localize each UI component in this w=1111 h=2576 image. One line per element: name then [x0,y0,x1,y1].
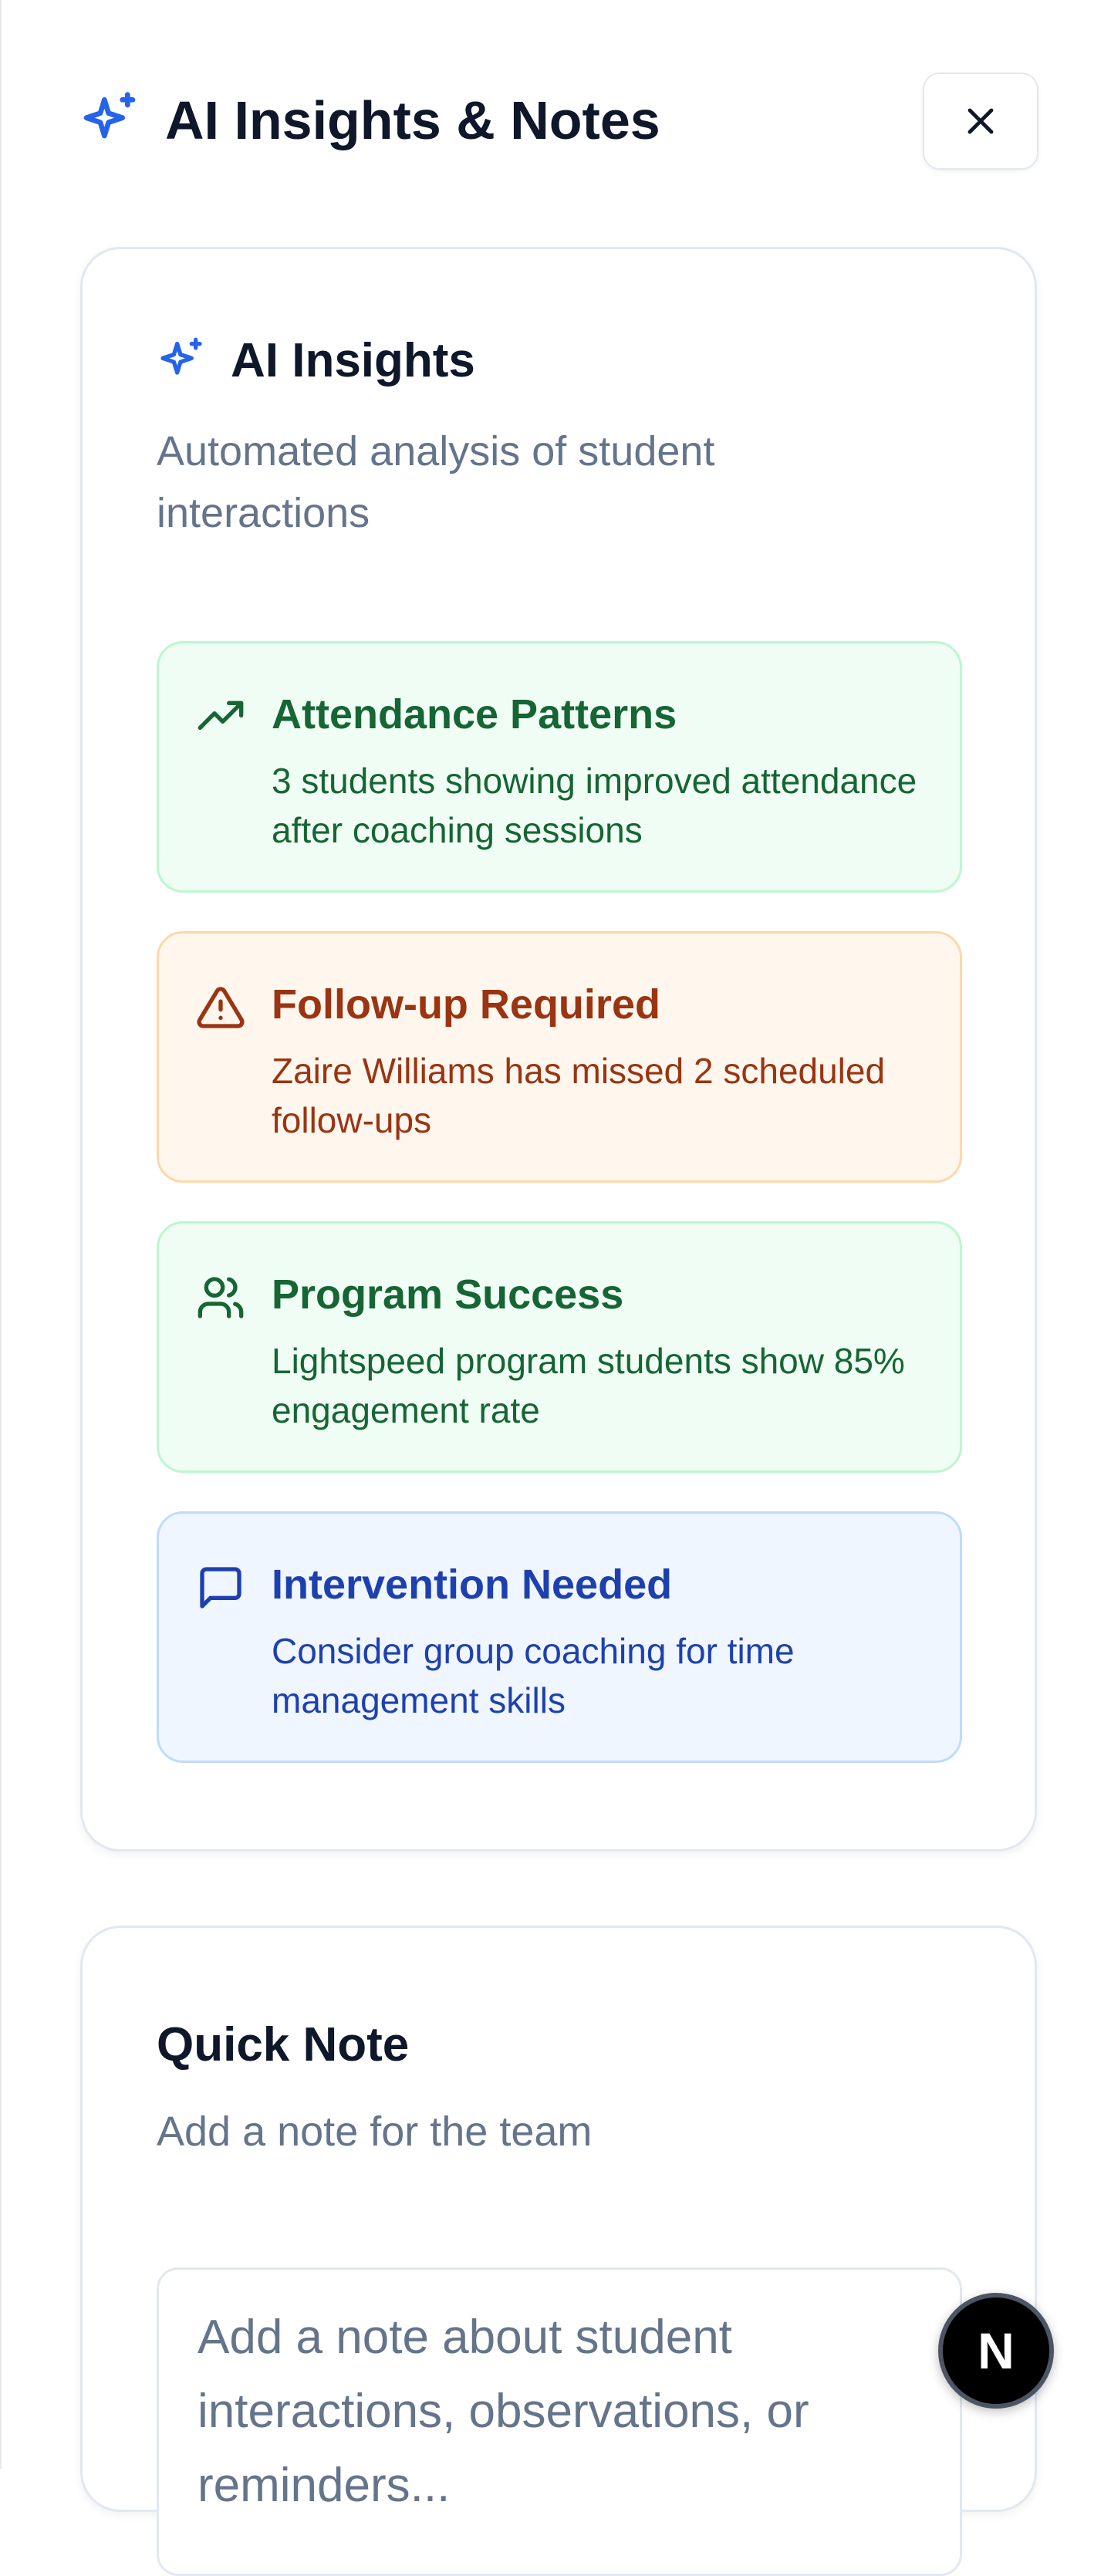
insight-text: Zaire Williams has missed 2 scheduled fo… [272,1051,886,1140]
close-button[interactable] [923,73,1038,170]
note-textarea[interactable] [157,2267,962,2576]
insight-text: Consider group coaching for time managem… [272,1631,795,1720]
nextjs-badge-button[interactable]: N [938,2293,1054,2409]
panel-title: AI Insights & Notes [165,90,660,150]
insight-attendance-patterns[interactable]: Attendance Patterns 3 students showing i… [157,641,962,893]
ai-insights-title: AI Insights [231,333,475,387]
ai-insights-card: AI Insights Automated analysis of studen… [80,247,1037,1852]
insights-panel: AI Insights & Notes AI Insights Automate… [0,0,1111,2576]
close-icon [967,108,994,134]
quick-note-description: Add a note for the team [157,2108,593,2155]
ai-insights-description: Automated analysis of student interactio… [157,428,715,536]
insight-title: Intervention Needed [272,1561,673,1608]
insight-text: Lightspeed program students show 85% eng… [272,1341,905,1430]
ai-insights-header: AI Insights [157,329,475,391]
insight-title: Follow-up Required [272,981,660,1028]
message-square-icon [200,1567,241,1609]
quick-note-title: Quick Note [157,2018,410,2071]
panel-header: AI Insights & Notes [79,73,1038,173]
warning-triangle-icon [197,987,245,1028]
insight-title: Attendance Patterns [272,691,677,738]
insight-program-success[interactable]: Program Success Lightspeed program stude… [157,1221,962,1473]
sparkles-icon [160,337,202,375]
trending-up-icon [198,701,244,730]
users-icon [198,1277,244,1318]
sparkles-icon [83,92,136,139]
quick-note-card: Quick Note Add a note for the team [80,1926,1037,2576]
insight-follow-up-required[interactable]: Follow-up Required Zaire Williams has mi… [157,931,962,1183]
insight-intervention-needed[interactable]: Intervention Needed Consider group coach… [157,1511,962,1763]
insight-text: 3 students showing improved attendance a… [272,761,917,850]
insight-title: Program Success [272,1271,624,1318]
